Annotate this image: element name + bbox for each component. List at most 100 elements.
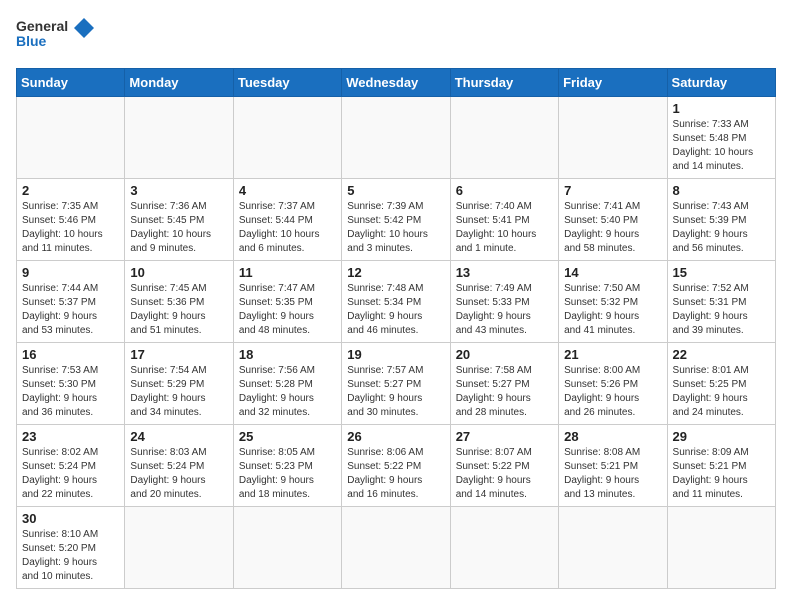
day-number: 17 bbox=[130, 347, 227, 362]
day-info: Sunrise: 7:54 AM Sunset: 5:29 PM Dayligh… bbox=[130, 364, 227, 420]
day-info: Sunrise: 7:56 AM Sunset: 5:28 PM Dayligh… bbox=[239, 364, 336, 420]
day-info: Sunrise: 8:07 AM Sunset: 5:22 PM Dayligh… bbox=[456, 446, 553, 502]
calendar-cell: 5 Sunrise: 7:39 AM Sunset: 5:42 PM Daylig… bbox=[342, 179, 450, 261]
day-info: Sunrise: 7:47 AM Sunset: 5:35 PM Dayligh… bbox=[239, 282, 336, 338]
calendar-cell bbox=[559, 97, 667, 179]
logo: General Blue bbox=[16, 16, 96, 56]
day-info: Sunrise: 8:06 AM Sunset: 5:22 PM Dayligh… bbox=[347, 446, 444, 502]
calendar-week-row: 23 Sunrise: 8:02 AM Sunset: 5:24 PM Dayli… bbox=[17, 425, 776, 507]
day-info: Sunrise: 8:01 AM Sunset: 5:25 PM Dayligh… bbox=[673, 364, 770, 420]
page-header: General Blue bbox=[16, 16, 776, 56]
day-number: 8 bbox=[673, 183, 770, 198]
day-info: Sunrise: 7:44 AM Sunset: 5:37 PM Dayligh… bbox=[22, 282, 119, 338]
calendar-cell: 9 Sunrise: 7:44 AM Sunset: 5:37 PM Daylig… bbox=[17, 261, 125, 343]
calendar-week-row: 1Sunrise: 7:33 AM Sunset: 5:48 PM Daylig… bbox=[17, 97, 776, 179]
day-number: 2 bbox=[22, 183, 119, 198]
logo-icon: General Blue bbox=[16, 16, 96, 56]
day-number: 1 bbox=[673, 101, 770, 116]
calendar-cell bbox=[667, 507, 775, 589]
calendar-week-row: 2 Sunrise: 7:35 AM Sunset: 5:46 PM Daylig… bbox=[17, 179, 776, 261]
calendar-cell: 7Sunrise: 7:41 AM Sunset: 5:40 PM Daylig… bbox=[559, 179, 667, 261]
day-info: Sunrise: 7:41 AM Sunset: 5:40 PM Dayligh… bbox=[564, 200, 661, 256]
day-number: 23 bbox=[22, 429, 119, 444]
day-number: 3 bbox=[130, 183, 227, 198]
day-info: Sunrise: 7:36 AM Sunset: 5:45 PM Dayligh… bbox=[130, 200, 227, 256]
day-number: 12 bbox=[347, 265, 444, 280]
calendar-cell: 20 Sunrise: 7:58 AM Sunset: 5:27 PM Dayli… bbox=[450, 343, 558, 425]
calendar-cell: 18Sunrise: 7:56 AM Sunset: 5:28 PM Dayli… bbox=[233, 343, 341, 425]
calendar-cell bbox=[450, 97, 558, 179]
day-number: 13 bbox=[456, 265, 553, 280]
day-info: Sunrise: 7:48 AM Sunset: 5:34 PM Dayligh… bbox=[347, 282, 444, 338]
calendar-cell: 24 Sunrise: 8:03 AM Sunset: 5:24 PM Dayli… bbox=[125, 425, 233, 507]
calendar-cell: 16Sunrise: 7:53 AM Sunset: 5:30 PM Dayli… bbox=[17, 343, 125, 425]
day-number: 29 bbox=[673, 429, 770, 444]
calendar-cell: 27 Sunrise: 8:07 AM Sunset: 5:22 PM Dayli… bbox=[450, 425, 558, 507]
day-info: Sunrise: 7:58 AM Sunset: 5:27 PM Dayligh… bbox=[456, 364, 553, 420]
day-number: 11 bbox=[239, 265, 336, 280]
day-info: Sunrise: 7:45 AM Sunset: 5:36 PM Dayligh… bbox=[130, 282, 227, 338]
calendar-cell: 11 Sunrise: 7:47 AM Sunset: 5:35 PM Dayli… bbox=[233, 261, 341, 343]
svg-text:General: General bbox=[16, 18, 68, 34]
calendar-cell bbox=[559, 507, 667, 589]
day-info: Sunrise: 7:53 AM Sunset: 5:30 PM Dayligh… bbox=[22, 364, 119, 420]
day-number: 15 bbox=[673, 265, 770, 280]
calendar-cell: 25 Sunrise: 8:05 AM Sunset: 5:23 PM Dayli… bbox=[233, 425, 341, 507]
calendar-cell: 17 Sunrise: 7:54 AM Sunset: 5:29 PM Dayli… bbox=[125, 343, 233, 425]
day-info: Sunrise: 8:08 AM Sunset: 5:21 PM Dayligh… bbox=[564, 446, 661, 502]
day-number: 20 bbox=[456, 347, 553, 362]
day-number: 27 bbox=[456, 429, 553, 444]
day-number: 28 bbox=[564, 429, 661, 444]
calendar-cell: 6 Sunrise: 7:40 AM Sunset: 5:41 PM Daylig… bbox=[450, 179, 558, 261]
calendar-day-header: Thursday bbox=[450, 69, 558, 97]
day-number: 5 bbox=[347, 183, 444, 198]
calendar-cell: 1Sunrise: 7:33 AM Sunset: 5:48 PM Daylig… bbox=[667, 97, 775, 179]
day-info: Sunrise: 7:37 AM Sunset: 5:44 PM Dayligh… bbox=[239, 200, 336, 256]
day-number: 24 bbox=[130, 429, 227, 444]
calendar-week-row: 16Sunrise: 7:53 AM Sunset: 5:30 PM Dayli… bbox=[17, 343, 776, 425]
day-number: 25 bbox=[239, 429, 336, 444]
day-info: Sunrise: 7:49 AM Sunset: 5:33 PM Dayligh… bbox=[456, 282, 553, 338]
day-info: Sunrise: 8:09 AM Sunset: 5:21 PM Dayligh… bbox=[673, 446, 770, 502]
svg-text:Blue: Blue bbox=[16, 33, 47, 49]
calendar-cell: 10 Sunrise: 7:45 AM Sunset: 5:36 PM Dayli… bbox=[125, 261, 233, 343]
day-number: 14 bbox=[564, 265, 661, 280]
day-number: 26 bbox=[347, 429, 444, 444]
calendar-day-header: Wednesday bbox=[342, 69, 450, 97]
calendar-cell: 21Sunrise: 8:00 AM Sunset: 5:26 PM Dayli… bbox=[559, 343, 667, 425]
day-info: Sunrise: 8:02 AM Sunset: 5:24 PM Dayligh… bbox=[22, 446, 119, 502]
day-number: 30 bbox=[22, 511, 119, 526]
calendar-day-header: Monday bbox=[125, 69, 233, 97]
day-info: Sunrise: 7:35 AM Sunset: 5:46 PM Dayligh… bbox=[22, 200, 119, 256]
calendar-cell: 22 Sunrise: 8:01 AM Sunset: 5:25 PM Dayli… bbox=[667, 343, 775, 425]
calendar-header-row: SundayMondayTuesdayWednesdayThursdayFrid… bbox=[17, 69, 776, 97]
day-number: 22 bbox=[673, 347, 770, 362]
calendar-cell bbox=[342, 97, 450, 179]
day-number: 19 bbox=[347, 347, 444, 362]
calendar-cell bbox=[233, 97, 341, 179]
day-info: Sunrise: 7:40 AM Sunset: 5:41 PM Dayligh… bbox=[456, 200, 553, 256]
calendar-cell bbox=[233, 507, 341, 589]
day-info: Sunrise: 8:03 AM Sunset: 5:24 PM Dayligh… bbox=[130, 446, 227, 502]
calendar-day-header: Tuesday bbox=[233, 69, 341, 97]
calendar-cell bbox=[125, 507, 233, 589]
calendar-day-header: Sunday bbox=[17, 69, 125, 97]
calendar-day-header: Saturday bbox=[667, 69, 775, 97]
calendar-cell: 12 Sunrise: 7:48 AM Sunset: 5:34 PM Dayli… bbox=[342, 261, 450, 343]
calendar-week-row: 30Sunrise: 8:10 AM Sunset: 5:20 PM Dayli… bbox=[17, 507, 776, 589]
calendar-cell bbox=[125, 97, 233, 179]
day-info: Sunrise: 7:50 AM Sunset: 5:32 PM Dayligh… bbox=[564, 282, 661, 338]
day-number: 9 bbox=[22, 265, 119, 280]
calendar-cell bbox=[450, 507, 558, 589]
day-info: Sunrise: 7:57 AM Sunset: 5:27 PM Dayligh… bbox=[347, 364, 444, 420]
day-number: 4 bbox=[239, 183, 336, 198]
day-info: Sunrise: 7:39 AM Sunset: 5:42 PM Dayligh… bbox=[347, 200, 444, 256]
day-number: 10 bbox=[130, 265, 227, 280]
calendar-cell bbox=[17, 97, 125, 179]
calendar-cell: 2 Sunrise: 7:35 AM Sunset: 5:46 PM Daylig… bbox=[17, 179, 125, 261]
day-info: Sunrise: 8:05 AM Sunset: 5:23 PM Dayligh… bbox=[239, 446, 336, 502]
day-number: 21 bbox=[564, 347, 661, 362]
calendar-cell: 4 Sunrise: 7:37 AM Sunset: 5:44 PM Daylig… bbox=[233, 179, 341, 261]
calendar-cell: 28 Sunrise: 8:08 AM Sunset: 5:21 PM Dayli… bbox=[559, 425, 667, 507]
day-number: 6 bbox=[456, 183, 553, 198]
